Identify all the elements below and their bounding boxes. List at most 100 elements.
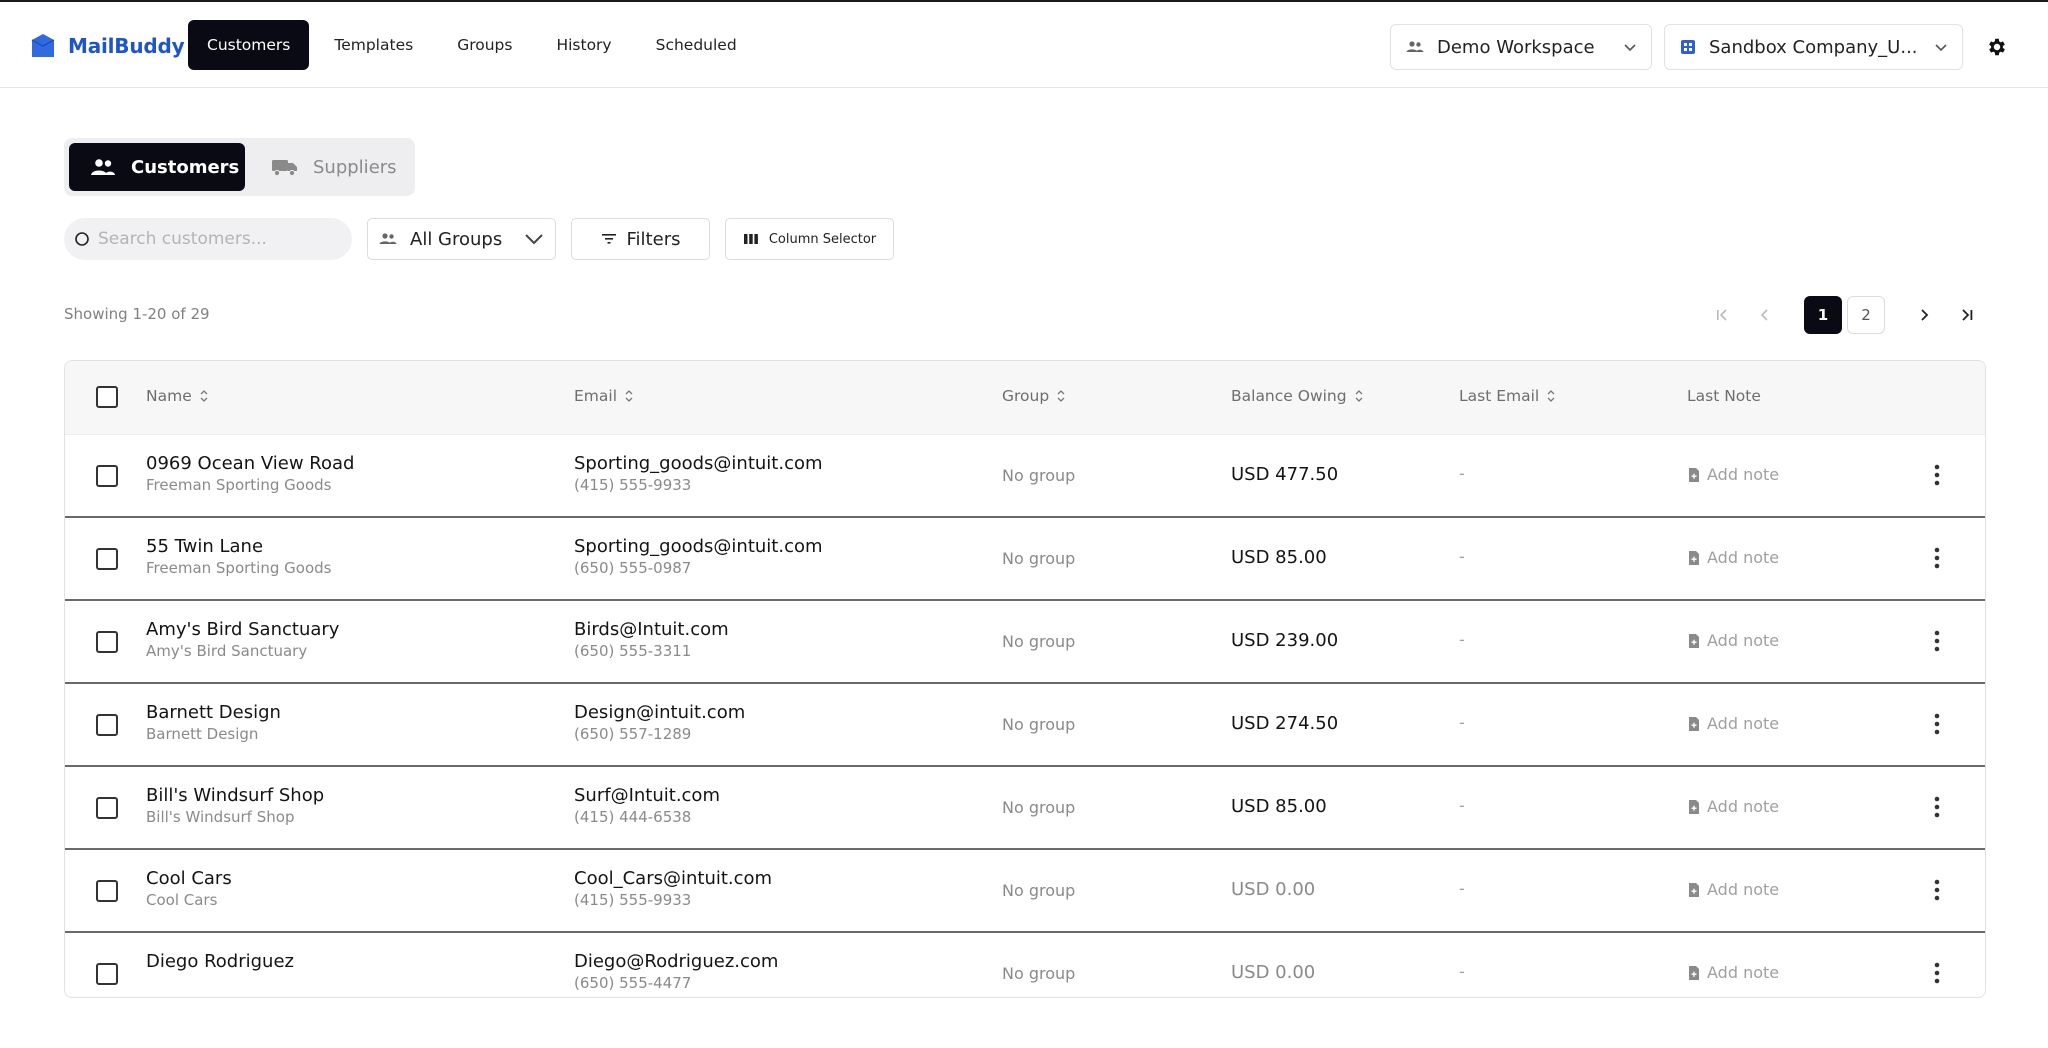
customer-name[interactable]: Cool Cars <box>146 868 232 889</box>
note-icon <box>1689 716 1699 731</box>
add-note-label: Add note <box>1707 631 1780 650</box>
customer-phone: (650) 557-1289 <box>574 725 692 743</box>
customer-group: No group <box>1002 466 1076 485</box>
select-all-checkbox[interactable] <box>96 386 118 408</box>
sort-icon <box>200 390 208 402</box>
more-options-icon[interactable] <box>1933 629 1941 653</box>
last-page-icon[interactable] <box>1957 305 1977 325</box>
row-checkbox[interactable] <box>96 465 118 487</box>
last-email: - <box>1459 796 1465 815</box>
table-row[interactable]: 55 Twin Lane Freeman Sporting Goods Spor… <box>65 518 1985 601</box>
note-icon <box>1689 467 1699 482</box>
row-checkbox[interactable] <box>96 714 118 736</box>
customer-email: Design@intuit.com <box>574 702 746 723</box>
add-note-button[interactable]: Add note <box>1687 631 1779 650</box>
add-note-button[interactable]: Add note <box>1687 797 1779 816</box>
column-header-email[interactable]: Email <box>574 387 635 405</box>
sort-icon <box>625 390 633 402</box>
search-input[interactable] <box>98 229 338 249</box>
gear-icon[interactable] <box>1986 36 2008 58</box>
customer-phone: (415) 555-9933 <box>574 476 692 494</box>
nav-customers[interactable]: Customers <box>188 20 310 70</box>
last-email: - <box>1459 962 1465 981</box>
add-note-label: Add note <box>1707 714 1780 733</box>
chevron-down-icon <box>1935 44 1947 52</box>
next-page-icon[interactable] <box>1914 305 1934 325</box>
more-options-icon[interactable] <box>1933 463 1941 487</box>
customer-email-cell: Design@intuit.com (650) 557-1289 <box>574 702 745 743</box>
workspace-select-value: Demo Workspace <box>1437 36 1595 58</box>
row-checkbox[interactable] <box>96 880 118 902</box>
customer-name[interactable]: Barnett Design <box>146 702 281 723</box>
column-header-group[interactable]: Group <box>1002 387 1067 405</box>
table-row[interactable]: Diego Rodriguez Diego@Rodriguez.com (650… <box>65 933 1985 997</box>
table-header: Name Email Group Balance Owing Last Emai… <box>65 361 1985 435</box>
customer-name[interactable]: Amy's Bird Sanctuary <box>146 619 339 640</box>
customer-name[interactable]: Bill's Windsurf Shop <box>146 785 324 806</box>
row-checkbox[interactable] <box>96 963 118 985</box>
customer-email: Cool_Cars@intuit.com <box>574 868 773 889</box>
more-options-icon[interactable] <box>1933 961 1941 985</box>
brand-logo[interactable]: MailBuddy <box>28 32 185 60</box>
more-options-icon[interactable] <box>1933 712 1941 736</box>
customer-email: Birds@Intuit.com <box>574 619 729 640</box>
nav-scheduled[interactable]: Scheduled <box>637 20 756 70</box>
customer-email-cell: Sporting_goods@intuit.com (650) 555-0987 <box>574 536 823 577</box>
table-row[interactable]: Amy's Bird Sanctuary Amy's Bird Sanctuar… <box>65 601 1985 684</box>
customer-name[interactable]: Diego Rodriguez <box>146 951 294 972</box>
row-checkbox[interactable] <box>96 548 118 570</box>
table-row[interactable]: Bill's Windsurf Shop Bill's Windsurf Sho… <box>65 767 1985 850</box>
column-selector-button[interactable]: Column Selector <box>725 218 894 260</box>
customer-phone: (650) 555-3311 <box>574 642 692 660</box>
note-icon <box>1689 799 1699 814</box>
customer-group: No group <box>1002 798 1076 817</box>
search-icon <box>75 232 89 246</box>
company-select[interactable]: Sandbox Company_U... <box>1664 24 1963 70</box>
tab-customers[interactable]: Customers <box>69 143 245 191</box>
column-header-name[interactable]: Name <box>146 387 210 405</box>
add-note-button[interactable]: Add note <box>1687 880 1779 899</box>
customer-company: Bill's Windsurf Shop <box>146 808 295 826</box>
customer-name-cell: Diego Rodriguez <box>146 951 294 974</box>
add-note-button[interactable]: Add note <box>1687 465 1779 484</box>
last-email: - <box>1459 630 1465 649</box>
table-row[interactable]: Cool Cars Cool Cars Cool_Cars@intuit.com… <box>65 850 1985 933</box>
more-options-icon[interactable] <box>1933 795 1941 819</box>
customer-name[interactable]: 55 Twin Lane <box>146 536 331 557</box>
customer-name-cell: Barnett Design Barnett Design <box>146 702 281 743</box>
previous-page-icon[interactable] <box>1755 305 1775 325</box>
nav-templates[interactable]: Templates <box>315 20 432 70</box>
more-options-icon[interactable] <box>1933 546 1941 570</box>
last-email: - <box>1459 713 1465 732</box>
groups-dropdown-value: All Groups <box>410 228 503 250</box>
table-row[interactable]: 0969 Ocean View Road Freeman Sporting Go… <box>65 435 1985 518</box>
add-note-button[interactable]: Add note <box>1687 548 1779 567</box>
chevron-down-icon <box>1624 44 1636 52</box>
customer-email-cell: Diego@Rodriguez.com (650) 555-4477 <box>574 951 778 992</box>
page-1-button[interactable]: 1 <box>1804 296 1842 334</box>
groups-dropdown[interactable]: All Groups <box>367 218 556 260</box>
column-header-email-label: Email <box>574 387 618 405</box>
more-options-icon[interactable] <box>1933 878 1941 902</box>
workspace-select[interactable]: Demo Workspace <box>1390 24 1652 70</box>
add-note-button[interactable]: Add note <box>1687 963 1779 982</box>
customer-name-cell: Bill's Windsurf Shop Bill's Windsurf Sho… <box>146 785 324 826</box>
column-header-balance[interactable]: Balance Owing <box>1231 387 1365 405</box>
filters-button[interactable]: Filters <box>571 218 710 260</box>
nav-history[interactable]: History <box>537 20 630 70</box>
tab-suppliers[interactable]: Suppliers <box>267 143 407 191</box>
customer-company: Freeman Sporting Goods <box>146 476 332 494</box>
first-page-icon[interactable] <box>1712 305 1732 325</box>
table-row[interactable]: Barnett Design Barnett Design Design@int… <box>65 684 1985 767</box>
page-2-button[interactable]: 2 <box>1847 296 1885 334</box>
row-checkbox[interactable] <box>96 631 118 653</box>
customer-group: No group <box>1002 964 1076 983</box>
nav-groups[interactable]: Groups <box>438 20 531 70</box>
customer-name[interactable]: 0969 Ocean View Road <box>146 453 354 474</box>
customer-company: Freeman Sporting Goods <box>146 559 332 577</box>
row-checkbox[interactable] <box>96 797 118 819</box>
users-icon <box>379 233 397 244</box>
sort-icon <box>1547 390 1555 402</box>
column-header-last-email[interactable]: Last Email <box>1459 387 1557 405</box>
add-note-button[interactable]: Add note <box>1687 714 1779 733</box>
